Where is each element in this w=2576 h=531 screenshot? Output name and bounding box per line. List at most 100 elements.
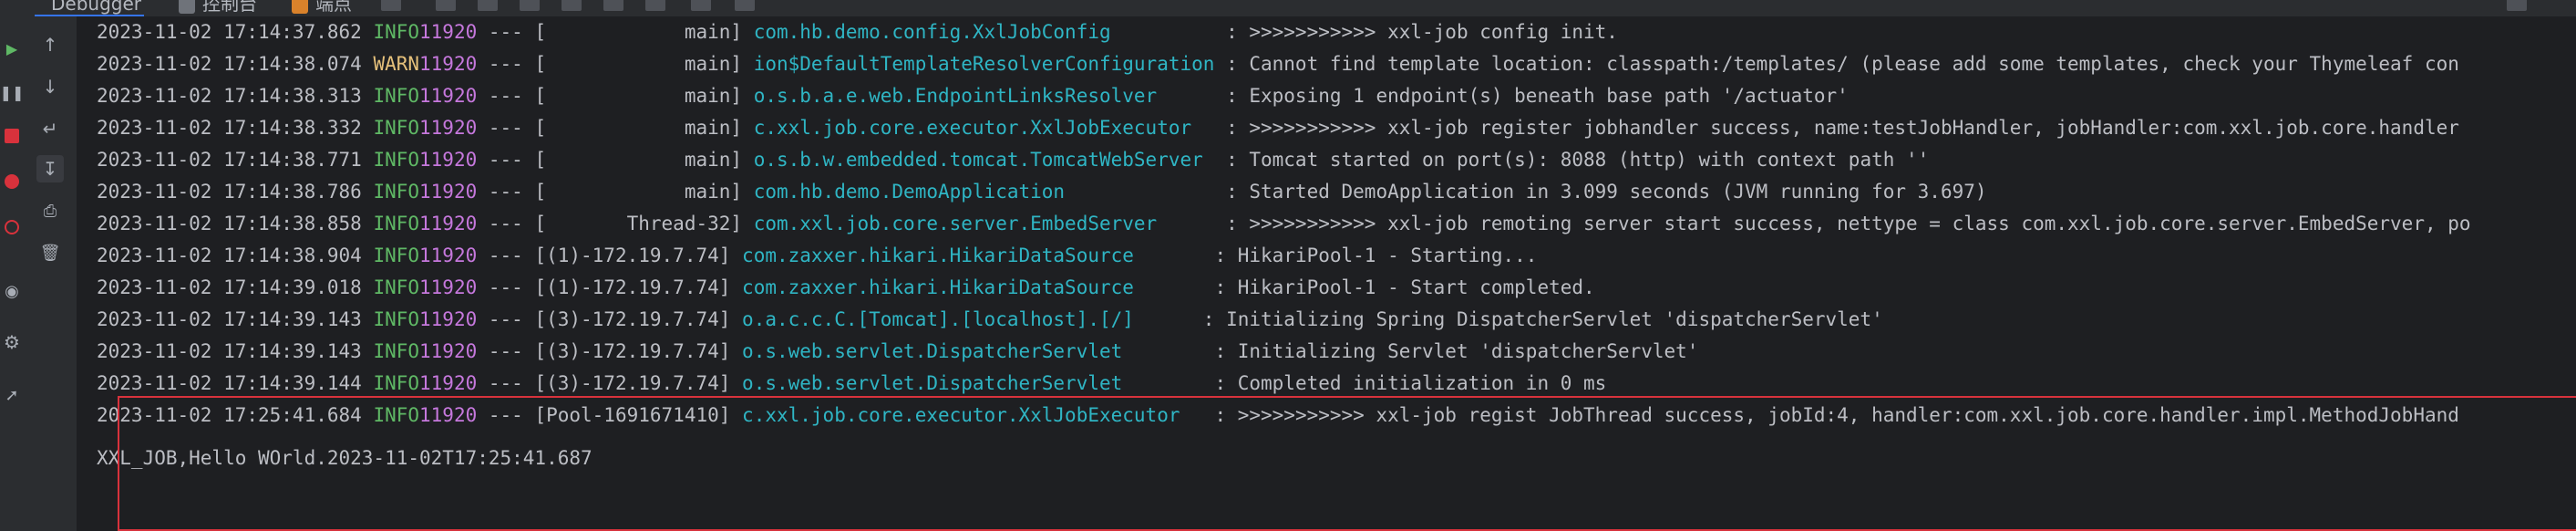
log-separator: --- bbox=[477, 53, 535, 75]
log-level: INFO bbox=[361, 149, 420, 171]
debug-toolbar: ▶ ❚❚ ◉ ⚙ ➚ bbox=[0, 16, 25, 531]
minimize-icon[interactable] bbox=[2507, 0, 2527, 11]
log-thread: [(3)-172.19.7.74] bbox=[534, 340, 731, 362]
table-view-icon[interactable] bbox=[691, 0, 711, 11]
log-logger[interactable]: c.xxl.job.core.executor.XxlJobExecutor bbox=[754, 117, 1215, 139]
log-pid: 11920 bbox=[419, 213, 478, 234]
log-logger[interactable]: com.zaxxer.hikari.HikariDataSource bbox=[742, 245, 1203, 266]
log-line: 2023-11-02 17:14:39.144 INFO11920 --- [(… bbox=[97, 368, 1606, 399]
print-icon[interactable]: ⎙ bbox=[38, 199, 62, 223]
log-pid: 11920 bbox=[419, 276, 478, 298]
log-level: INFO bbox=[361, 372, 420, 394]
log-line: 2023-11-02 17:14:38.786 INFO11920 --- [ … bbox=[97, 176, 1987, 207]
log-logger[interactable]: o.s.b.w.embedded.tomcat.TomcatWebServer bbox=[754, 149, 1215, 171]
log-separator: --- bbox=[477, 340, 535, 362]
log-pid: 11920 bbox=[419, 149, 478, 171]
tab-endpoints-label: 端点 bbox=[315, 0, 352, 15]
log-line: 2023-11-02 17:14:38.858 INFO11920 --- [ … bbox=[97, 208, 2471, 239]
log-thread: [ main] bbox=[534, 21, 743, 43]
log-pid: 11920 bbox=[419, 181, 478, 203]
pause-icon[interactable]: ❚❚ bbox=[0, 82, 24, 102]
log-timestamp: 2023-11-02 17:14:38.074 bbox=[97, 53, 362, 75]
mute-breakpoints-icon[interactable] bbox=[2, 217, 22, 237]
log-separator: --- bbox=[477, 21, 535, 43]
log-level: INFO bbox=[361, 117, 420, 139]
log-pid: 11920 bbox=[419, 245, 478, 266]
log-line: 2023-11-02 17:14:38.904 INFO11920 --- [(… bbox=[97, 240, 1537, 271]
scroll-to-end-icon[interactable]: ↧ bbox=[36, 155, 64, 182]
log-level: INFO bbox=[361, 308, 420, 330]
log-pid: 11920 bbox=[419, 53, 478, 75]
log-logger[interactable]: com.hb.demo.config.XxlJobConfig bbox=[754, 21, 1215, 43]
log-line: 2023-11-02 17:14:39.143 INFO11920 --- [(… bbox=[97, 304, 1883, 335]
log-line: 2023-11-02 17:14:38.313 INFO11920 --- [ … bbox=[97, 80, 1849, 111]
grid-view-icon[interactable] bbox=[735, 0, 755, 11]
log-message: : Completed initialization in 0 ms bbox=[1214, 372, 1607, 394]
log-message: : Exposing 1 endpoint(s) beneath base pa… bbox=[1226, 85, 1849, 107]
step-over-icon[interactable] bbox=[436, 0, 456, 11]
log-message: : HikariPool-1 - Starting... bbox=[1214, 245, 1538, 266]
settings-icon[interactable]: ⚙ bbox=[2, 331, 22, 353]
log-separator: --- bbox=[477, 276, 535, 298]
tab-console[interactable]: 控制台 bbox=[179, 0, 257, 15]
log-thread: [(3)-172.19.7.74] bbox=[534, 372, 731, 394]
tab-debugger[interactable]: Debugger bbox=[51, 0, 141, 15]
log-separator: --- bbox=[477, 213, 535, 234]
log-logger[interactable]: com.xxl.job.core.server.EmbedServer bbox=[754, 213, 1215, 234]
log-thread: [ main] bbox=[534, 117, 743, 139]
clear-all-icon[interactable]: 🗑 bbox=[38, 241, 62, 265]
log-level: INFO bbox=[361, 276, 420, 298]
log-pid: 11920 bbox=[419, 372, 478, 394]
log-level: WARN bbox=[361, 53, 420, 75]
step-out-icon[interactable] bbox=[562, 0, 582, 11]
log-logger[interactable]: o.s.web.servlet.DispatcherServlet bbox=[742, 372, 1203, 394]
log-line: 2023-11-02 17:14:37.862 INFO11920 --- [ … bbox=[97, 16, 1618, 47]
pin-icon[interactable]: ➚ bbox=[2, 385, 22, 405]
log-logger[interactable]: com.zaxxer.hikari.HikariDataSource bbox=[742, 276, 1203, 298]
log-timestamp: 2023-11-02 17:14:39.144 bbox=[97, 372, 362, 394]
log-level: INFO bbox=[361, 21, 420, 43]
log-message: : Initializing Spring DispatcherServlet … bbox=[1202, 308, 1883, 330]
log-thread: [(1)-172.19.7.74] bbox=[534, 276, 731, 298]
log-pid: 11920 bbox=[419, 340, 478, 362]
log-level: INFO bbox=[361, 245, 420, 266]
log-logger[interactable]: o.s.web.servlet.DispatcherServlet bbox=[742, 340, 1203, 362]
log-pid: 11920 bbox=[419, 85, 478, 107]
log-pid: 11920 bbox=[419, 117, 478, 139]
log-message: : >>>>>>>>>>> xxl-job register jobhandle… bbox=[1226, 117, 2459, 139]
log-message: : Cannot find template location: classpa… bbox=[1226, 53, 2459, 75]
console-icon bbox=[179, 0, 195, 14]
layout-icon[interactable] bbox=[381, 0, 401, 11]
log-thread: [ main] bbox=[534, 181, 743, 203]
console-output[interactable]: 2023-11-02 17:14:37.862 INFO11920 --- [ … bbox=[77, 16, 2576, 531]
log-logger[interactable]: o.a.c.c.C.[Tomcat].[localhost].[/] bbox=[742, 308, 1191, 330]
log-line: 2023-11-02 17:14:38.771 INFO11920 --- [ … bbox=[97, 144, 1929, 175]
step-into-icon[interactable] bbox=[478, 0, 498, 11]
soft-wrap-icon[interactable]: ↵ bbox=[38, 117, 62, 141]
evaluate-icon[interactable] bbox=[645, 0, 665, 11]
log-logger[interactable]: ion$DefaultTemplateResolverConfiguration bbox=[754, 53, 1215, 75]
force-step-into-icon[interactable] bbox=[520, 0, 540, 11]
log-message: : Started DemoApplication in 3.099 secon… bbox=[1226, 181, 1987, 203]
log-separator: --- bbox=[477, 372, 535, 394]
log-logger[interactable]: com.hb.demo.DemoApplication bbox=[754, 181, 1215, 203]
up-arrow-icon[interactable]: ↑ bbox=[38, 33, 62, 57]
tab-endpoints[interactable]: 端点 bbox=[292, 0, 352, 15]
log-message: : HikariPool-1 - Start completed. bbox=[1214, 276, 1595, 298]
log-separator: --- bbox=[477, 149, 535, 171]
log-level: INFO bbox=[361, 85, 420, 107]
tool-window-tabbar: Debugger 控制台 端点 bbox=[0, 0, 2576, 17]
down-arrow-icon[interactable]: ↓ bbox=[38, 75, 62, 99]
log-separator: --- bbox=[477, 245, 535, 266]
stop-icon[interactable] bbox=[2, 126, 22, 146]
view-breakpoints-icon[interactable] bbox=[2, 172, 22, 192]
resume-icon[interactable]: ▶ bbox=[2, 38, 22, 58]
log-pid: 11920 bbox=[419, 308, 478, 330]
log-timestamp: 2023-11-02 17:14:39.143 bbox=[97, 308, 362, 330]
camera-icon[interactable]: ◉ bbox=[2, 281, 22, 301]
run-to-cursor-icon[interactable] bbox=[603, 0, 623, 11]
log-logger[interactable]: o.s.b.a.e.web.EndpointLinksResolver bbox=[754, 85, 1215, 107]
log-separator: --- bbox=[477, 85, 535, 107]
log-thread: [(1)-172.19.7.74] bbox=[534, 245, 731, 266]
log-thread: [ Thread-32] bbox=[534, 213, 743, 234]
